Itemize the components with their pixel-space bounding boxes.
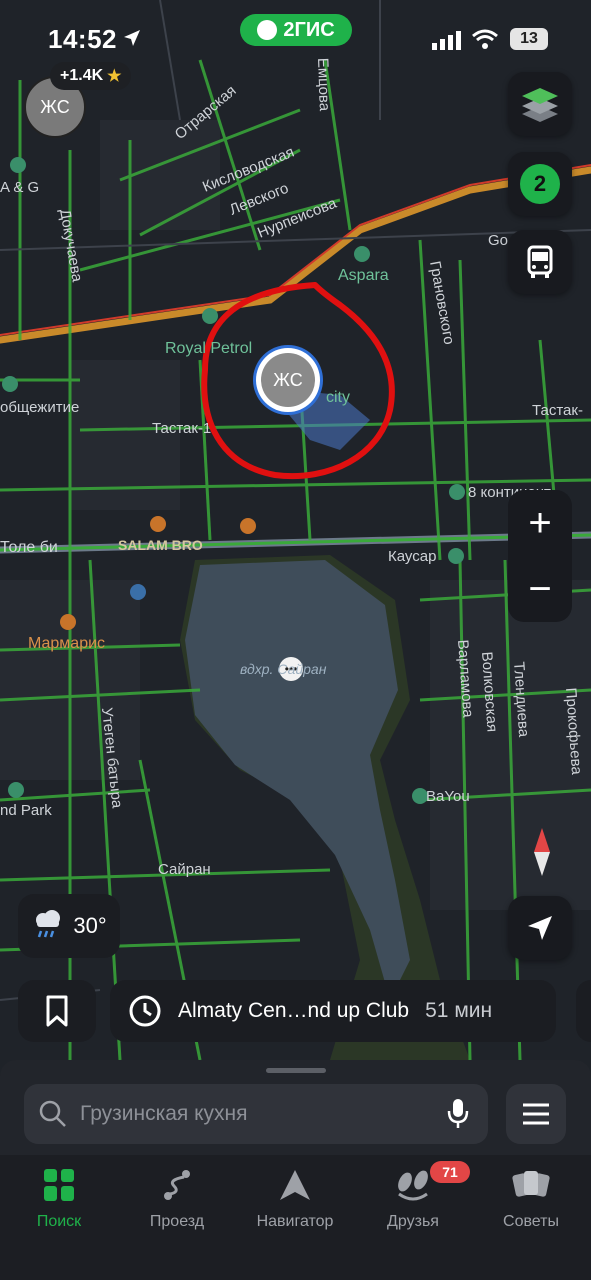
navigation-arrow-icon	[528, 916, 552, 940]
tab-label: Проезд	[149, 1213, 205, 1230]
map-label: Тастак-	[532, 402, 583, 419]
brand-name: 2ГИС	[283, 18, 335, 41]
app-screen: ••• Отрарская Кисловодская Левского Нурп…	[0, 0, 591, 1280]
route-destination: Almaty Cen…nd up Club	[178, 999, 410, 1022]
layers-icon	[522, 88, 558, 122]
microphone-icon[interactable]	[446, 1097, 470, 1131]
zoom-in-button[interactable]: +	[508, 490, 572, 556]
tab-bar: Поиск Проезд Навигатор Друзья Советы	[0, 1155, 591, 1280]
temperature: 30°	[73, 913, 107, 938]
sheet-handle[interactable]	[266, 1068, 326, 1073]
map-label: SALAM BRO	[118, 537, 203, 553]
goose-icon	[257, 20, 278, 40]
friends-icon	[393, 1165, 433, 1205]
location-arrow-icon	[122, 28, 142, 53]
plus-icon: +	[528, 500, 552, 545]
map-label: вдхр. Сайран	[240, 661, 327, 677]
layers-button[interactable]	[508, 72, 572, 136]
tab-label: Советы	[503, 1213, 559, 1230]
route-suggestion-card[interactable]: Almaty Cen…nd up Club 51 мин	[110, 980, 556, 1042]
battery-indicator: 13	[510, 28, 548, 50]
route-icon	[157, 1165, 197, 1205]
tab-label: Навигатор	[256, 1213, 334, 1230]
brand-logo[interactable]: 2ГИС	[240, 14, 352, 46]
friends-notification-badge: 71	[430, 1161, 470, 1183]
map-label: Royal Petrol	[165, 340, 252, 357]
route-duration: 51 мин	[425, 999, 493, 1022]
battery-level: 13	[520, 30, 538, 47]
wifi-icon	[472, 28, 498, 55]
tab-search[interactable]: Поиск	[0, 1165, 118, 1231]
bottom-sheet: Грузинская кухня Поиск Проезд Навигатор …	[0, 1060, 591, 1280]
compass-icon	[534, 828, 550, 876]
zoom-out-button[interactable]: −	[508, 556, 572, 622]
hamburger-icon	[523, 1103, 549, 1125]
profile-initials: ЖС	[40, 96, 70, 117]
minus-icon: −	[528, 566, 552, 611]
map-label: Толе би	[0, 539, 58, 556]
search-placeholder: Грузинская кухня	[80, 1102, 248, 1125]
clock: 14:52	[48, 24, 117, 54]
map-label: nd Park	[0, 802, 52, 819]
bus-icon	[527, 245, 553, 278]
friends-on-map-button[interactable]: 2	[508, 152, 572, 216]
friends-count-badge: 2	[520, 164, 560, 204]
grid-icon	[39, 1165, 79, 1205]
map-label: общежитие	[0, 399, 79, 416]
friend-initials: ЖС	[273, 369, 303, 390]
map-label: Сайран	[158, 861, 211, 878]
compass-button[interactable]	[522, 826, 562, 878]
map-label: Каусар	[388, 548, 436, 565]
map-label: BaYou	[426, 788, 470, 805]
menu-button[interactable]	[506, 1084, 566, 1144]
map-label: Aspara	[338, 267, 389, 284]
map-label: Мармарис	[28, 635, 105, 652]
rain-cloud-icon	[31, 906, 65, 946]
signal-icon	[432, 30, 462, 55]
status-bar: 14:52 2ГИС 13	[0, 0, 591, 70]
clock-icon	[128, 994, 162, 1028]
score-value: +1.4K	[60, 67, 104, 84]
zoom-controls: + −	[508, 490, 572, 622]
transport-button[interactable]	[508, 230, 572, 294]
friends-count: 2	[533, 171, 547, 196]
bookmarks-button[interactable]	[18, 980, 96, 1042]
friends-badge-count: 71	[442, 1164, 458, 1180]
navigator-icon	[275, 1165, 315, 1205]
bookmark-icon	[46, 995, 68, 1027]
weather-widget[interactable]: 30°	[18, 894, 120, 958]
map-label: Тастак-1	[152, 420, 211, 437]
tab-label: Друзья	[387, 1213, 439, 1230]
friend-location-marker[interactable]: ЖС	[256, 348, 320, 412]
cards-icon	[511, 1165, 551, 1205]
star-icon: ★	[107, 68, 122, 85]
map-label: Go	[488, 232, 508, 249]
tab-label: Поиск	[36, 1213, 82, 1230]
map-label: A & G	[0, 179, 39, 196]
friend-avatar: ЖС	[261, 353, 315, 407]
my-location-button[interactable]	[508, 896, 572, 960]
tab-directions[interactable]: Проезд	[118, 1165, 236, 1231]
map-label: city	[326, 389, 350, 406]
score-badge[interactable]: +1.4K ★	[50, 62, 132, 90]
route-card-next[interactable]	[576, 980, 591, 1042]
search-icon	[38, 1099, 68, 1129]
search-input[interactable]: Грузинская кухня	[24, 1084, 488, 1144]
tab-navigator[interactable]: Навигатор	[236, 1165, 354, 1231]
tab-tips[interactable]: Советы	[472, 1165, 590, 1231]
